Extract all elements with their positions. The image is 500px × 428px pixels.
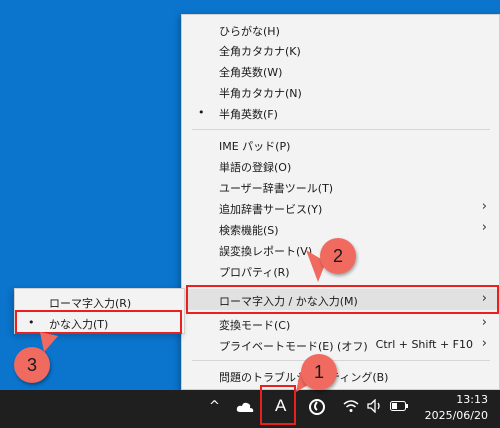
step-badge-2: 2 (320, 238, 356, 274)
step-badge-3: 3 (14, 347, 50, 383)
annotation-pointers (40, 250, 326, 392)
step-badge-1: 1 (301, 354, 337, 390)
